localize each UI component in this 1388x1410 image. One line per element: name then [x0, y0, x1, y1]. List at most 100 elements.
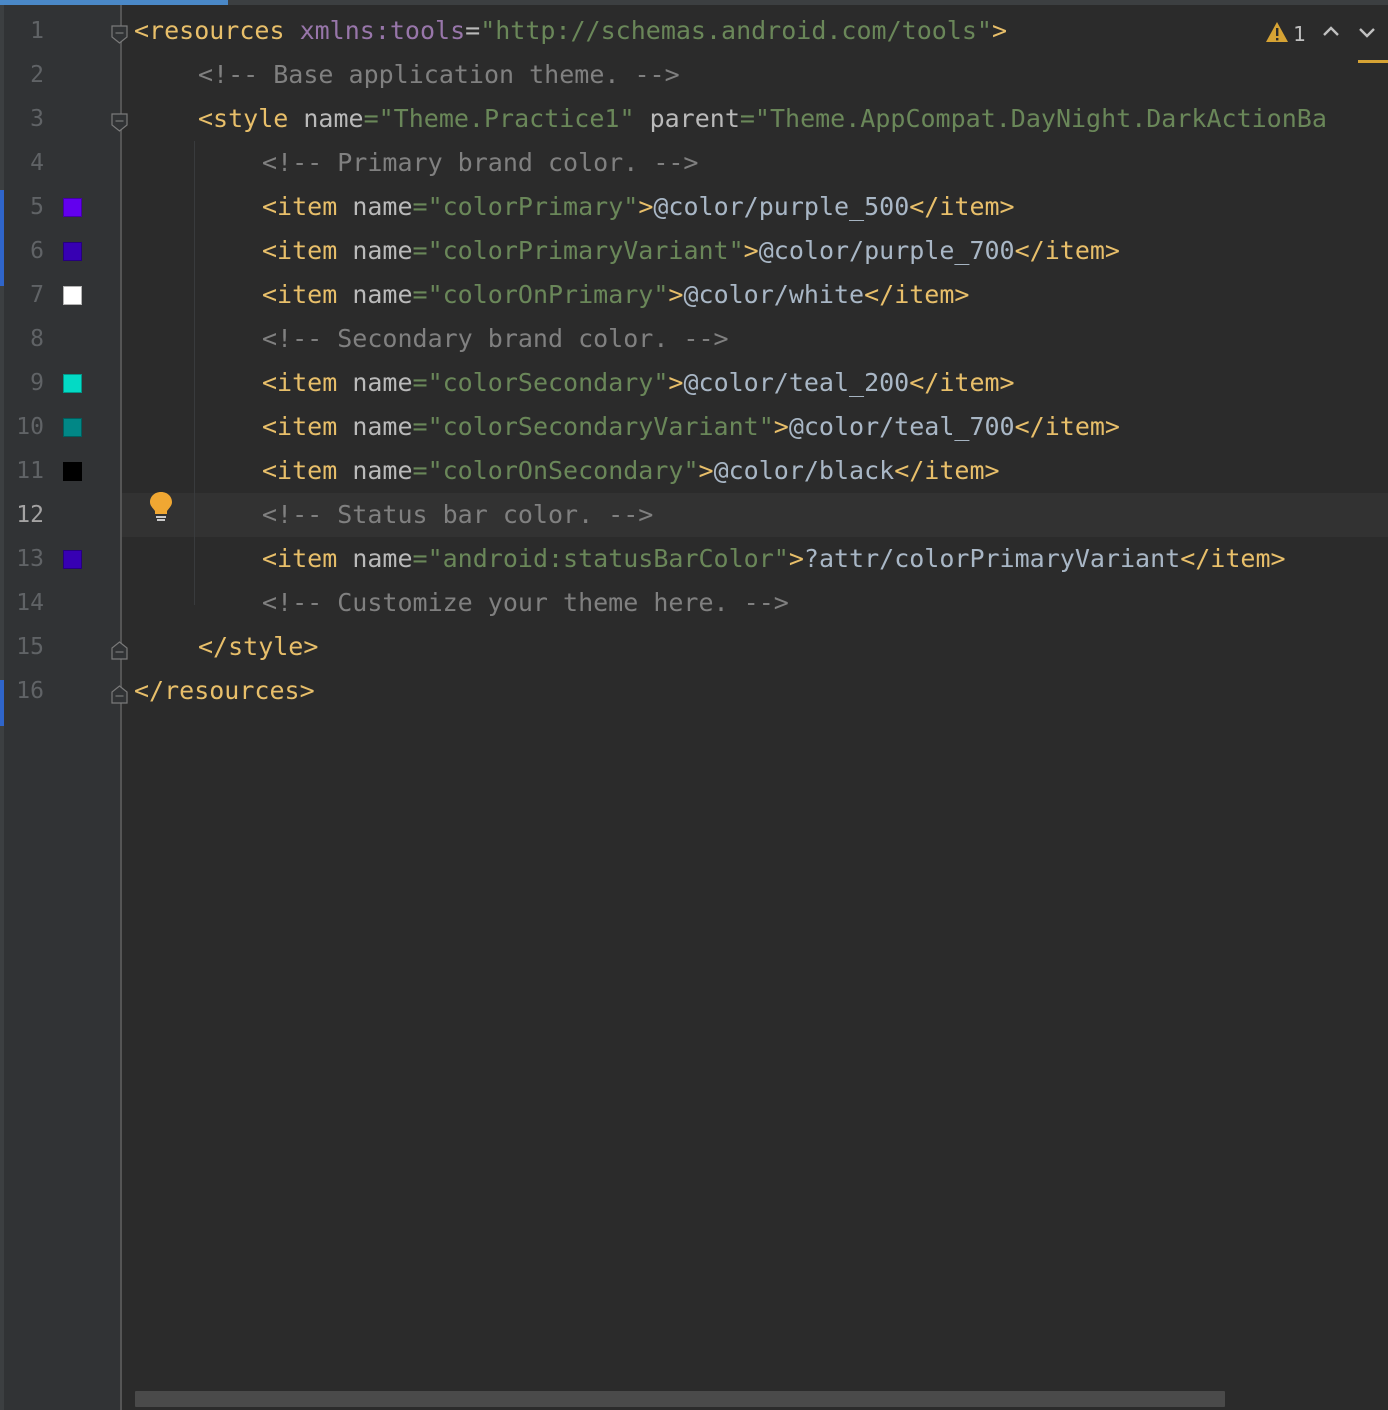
fold-close-icon[interactable]: [111, 681, 128, 704]
fold-open-icon[interactable]: [111, 21, 128, 44]
line-number[interactable]: 5: [0, 185, 44, 229]
code-token-attr: name: [288, 104, 364, 133]
code-token-val: ="colorOnSecondary": [412, 456, 699, 485]
line-number[interactable]: 10: [0, 405, 44, 449]
code-line[interactable]: <item name="colorPrimary">@color/purple_…: [262, 185, 1015, 229]
code-token-tag: <item: [262, 368, 338, 397]
code-token-tag: <item: [262, 544, 338, 573]
code-token-tag: <item: [262, 412, 338, 441]
code-token-tag: >: [743, 236, 759, 265]
code-token-text: ?attr/colorPrimaryVariant: [803, 544, 1181, 573]
code-line[interactable]: <!-- Customize your theme here. -->: [262, 581, 789, 625]
code-token-val: ="colorPrimaryVariant": [412, 236, 744, 265]
code-token-text: @color/teal_200: [683, 368, 910, 397]
code-token-val: ="colorPrimary": [412, 192, 639, 221]
line-number[interactable]: 9: [0, 361, 44, 405]
fold-close-icon[interactable]: [111, 637, 128, 660]
code-token-tag: </item>: [909, 192, 1015, 221]
code-token-comment: <!-- Status bar color. -->: [262, 500, 654, 529]
line-number[interactable]: 3: [0, 97, 44, 141]
code-token-attr: name: [337, 456, 413, 485]
code-token-tag: <resources: [134, 16, 285, 45]
code-line[interactable]: <!-- Secondary brand color. -->: [262, 317, 729, 361]
code-token-val: ="Theme.AppCompat.DayNight.DarkActionBa: [739, 104, 1327, 133]
code-line[interactable]: </resources>: [134, 669, 315, 713]
code-line[interactable]: <!-- Base application theme. -->: [198, 53, 680, 97]
code-token-tag: >: [668, 280, 684, 309]
code-token-comment: <!-- Customize your theme here. -->: [262, 588, 789, 617]
tab-bar-border: [228, 0, 1388, 5]
code-token-attr: name: [337, 280, 413, 309]
line-number[interactable]: 6: [0, 229, 44, 273]
code-token-tag: </item>: [909, 368, 1015, 397]
code-token-attr: parent: [634, 104, 740, 133]
inspection-widget: 1: [1265, 16, 1378, 52]
line-number[interactable]: 4: [0, 141, 44, 185]
code-token-tag: >: [698, 456, 714, 485]
code-line[interactable]: <!-- Status bar color. -->: [262, 493, 653, 537]
warning-triangle-icon: [1265, 21, 1289, 48]
line-number[interactable]: 7: [0, 273, 44, 317]
code-token-val: ="colorSecondaryVariant": [412, 412, 774, 441]
code-line[interactable]: <item name="colorSecondary">@color/teal_…: [262, 361, 1015, 405]
code-token-comment: <!-- Base application theme. -->: [198, 60, 680, 89]
code-token-val: ="Theme.Practice1": [363, 104, 635, 133]
color-swatch-icon[interactable]: [63, 374, 82, 393]
warning-indicator[interactable]: 1: [1265, 21, 1306, 48]
code-token-text: @color/purple_500: [653, 192, 910, 221]
code-line[interactable]: <item name="colorSecondaryVariant">@colo…: [262, 405, 1120, 449]
code-token-text: @color/purple_700: [758, 236, 1015, 265]
code-line[interactable]: <item name="colorOnSecondary">@color/bla…: [262, 449, 1000, 493]
code-token-tag: <style: [198, 104, 289, 133]
code-token-val: ="colorOnPrimary": [412, 280, 669, 309]
code-token-ns: xmlns:tools: [284, 16, 466, 45]
code-token-tag: <item: [262, 456, 338, 485]
line-number[interactable]: 13: [0, 537, 44, 581]
horizontal-scrollbar-thumb[interactable]: [135, 1391, 1225, 1407]
indent-guide: [194, 141, 195, 605]
fold-open-icon[interactable]: [111, 109, 128, 132]
code-token-tag: >: [668, 368, 684, 397]
color-swatch-icon[interactable]: [63, 462, 82, 481]
line-number[interactable]: 8: [0, 317, 44, 361]
code-token-tag: >: [991, 16, 1008, 45]
code-token-tag: >: [773, 412, 789, 441]
inspection-highlight: [1358, 60, 1388, 63]
line-number[interactable]: 2: [0, 53, 44, 97]
warning-count: 1: [1293, 22, 1306, 46]
code-token-attr: name: [337, 368, 413, 397]
code-line[interactable]: <!-- Primary brand color. -->: [262, 141, 699, 185]
code-token-tag: </style>: [198, 632, 319, 661]
code-token-tag: </item>: [894, 456, 1000, 485]
lightbulb-icon[interactable]: [148, 490, 174, 522]
line-number[interactable]: 14: [0, 581, 44, 625]
code-token-tag: >: [638, 192, 654, 221]
code-token-attr: name: [337, 544, 413, 573]
code-token-tag: </item>: [864, 280, 970, 309]
line-number[interactable]: 11: [0, 449, 44, 493]
color-swatch-icon[interactable]: [63, 286, 82, 305]
line-number[interactable]: 1: [0, 9, 44, 53]
code-token-attr: name: [337, 192, 413, 221]
code-line[interactable]: <resources xmlns:tools="http://schemas.a…: [134, 9, 1007, 53]
code-line[interactable]: <item name="colorOnPrimary">@color/white…: [262, 273, 969, 317]
code-line[interactable]: <style name="Theme.Practice1" parent="Th…: [198, 97, 1327, 141]
code-token-tag: </item>: [1014, 412, 1120, 441]
code-token-tag: </item>: [1014, 236, 1120, 265]
code-token-attr: =: [465, 16, 481, 45]
code-line[interactable]: <item name="colorPrimaryVariant">@color/…: [262, 229, 1120, 273]
line-number[interactable]: 15: [0, 625, 44, 669]
code-token-text: @color/white: [683, 280, 865, 309]
line-number[interactable]: 16: [0, 669, 44, 713]
code-token-tag: <item: [262, 192, 338, 221]
chevron-up-icon[interactable]: [1320, 20, 1342, 49]
code-line[interactable]: </style>: [198, 625, 318, 669]
color-swatch-icon[interactable]: [63, 418, 82, 437]
chevron-down-icon[interactable]: [1356, 20, 1378, 49]
code-token-text: @color/teal_700: [788, 412, 1015, 441]
color-swatch-icon[interactable]: [63, 198, 82, 217]
code-line[interactable]: <item name="android:statusBarColor">?att…: [262, 537, 1286, 581]
line-number[interactable]: 12: [0, 493, 44, 537]
color-swatch-icon[interactable]: [63, 550, 82, 569]
color-swatch-icon[interactable]: [63, 242, 82, 261]
